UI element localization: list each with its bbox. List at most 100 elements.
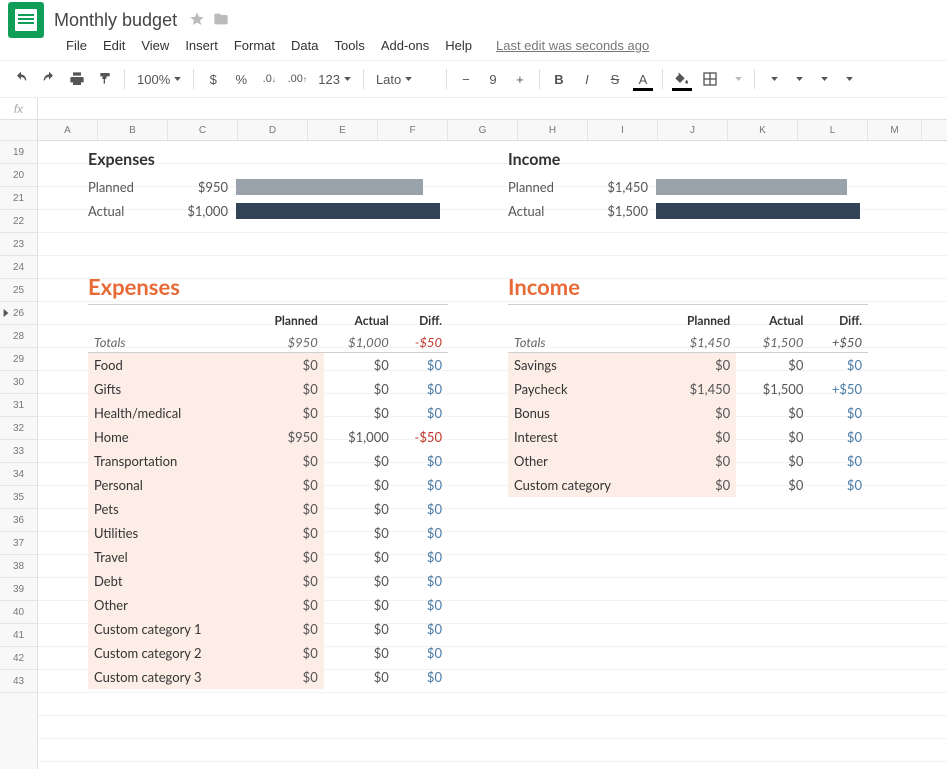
row-header-33[interactable]: 33 xyxy=(0,440,37,463)
col-header-A[interactable]: A xyxy=(38,120,98,140)
text-wrap-button[interactable] xyxy=(811,66,834,92)
table-row[interactable]: Gifts$0$0$0 xyxy=(88,377,448,401)
menu-view[interactable]: View xyxy=(133,34,177,57)
star-icon[interactable] xyxy=(189,11,205,30)
borders-button[interactable] xyxy=(697,66,723,92)
col-header-I[interactable]: I xyxy=(588,120,658,140)
table-row[interactable]: Food$0$0$0 xyxy=(88,353,448,378)
fill-color-button[interactable] xyxy=(669,66,695,92)
row-header-34[interactable]: 34 xyxy=(0,463,37,486)
row-header-26[interactable]: 26 xyxy=(0,302,37,325)
italic-button[interactable]: I xyxy=(574,66,600,92)
text-rotate-button[interactable] xyxy=(836,66,859,92)
col-header-L[interactable]: L xyxy=(798,120,868,140)
row-header-29[interactable]: 29 xyxy=(0,348,37,371)
table-row[interactable]: Bonus$0$0$0 xyxy=(508,401,868,425)
bold-button[interactable]: B xyxy=(546,66,572,92)
folder-icon[interactable] xyxy=(213,11,229,30)
col-header-E[interactable]: E xyxy=(308,120,378,140)
table-row[interactable]: Personal$0$0$0 xyxy=(88,473,448,497)
table-row[interactable]: Transportation$0$0$0 xyxy=(88,449,448,473)
decrease-decimal-button[interactable]: .0↓ xyxy=(256,66,282,92)
font-size-decrease-button[interactable]: − xyxy=(453,66,479,92)
table-row[interactable]: Paycheck$1,450$1,500+$50 xyxy=(508,377,868,401)
row-header-23[interactable]: 23 xyxy=(0,233,37,256)
table-row[interactable]: Pets$0$0$0 xyxy=(88,497,448,521)
row-header-19[interactable]: 19 xyxy=(0,141,37,164)
v-align-button[interactable] xyxy=(786,66,809,92)
row-header-28[interactable]: 28 xyxy=(0,325,37,348)
strike-button[interactable]: S xyxy=(602,66,628,92)
income-table[interactable]: PlannedActualDiff.Totals$1,450$1,500+$50… xyxy=(508,309,868,497)
table-row[interactable]: Other$0$0$0 xyxy=(508,449,868,473)
table-row[interactable]: Custom category 1$0$0$0 xyxy=(88,617,448,641)
table-row[interactable]: Travel$0$0$0 xyxy=(88,545,448,569)
sheets-app-icon[interactable] xyxy=(8,2,44,38)
table-row[interactable]: Custom category$0$0$0 xyxy=(508,473,868,497)
select-all-cell[interactable] xyxy=(0,120,37,141)
zoom-select[interactable]: 100% xyxy=(131,66,187,92)
col-header-J[interactable]: J xyxy=(658,120,728,140)
table-row[interactable]: Interest$0$0$0 xyxy=(508,425,868,449)
table-row[interactable]: Debt$0$0$0 xyxy=(88,569,448,593)
table-row[interactable]: Home$950$1,000-$50 xyxy=(88,425,448,449)
number-format-select[interactable]: 123 xyxy=(312,66,357,92)
row-header-22[interactable]: 22 xyxy=(0,210,37,233)
menu-help[interactable]: Help xyxy=(437,34,480,57)
percent-button[interactable]: % xyxy=(228,66,254,92)
last-edit-link[interactable]: Last edit was seconds ago xyxy=(496,38,649,53)
col-header-H[interactable]: H xyxy=(518,120,588,140)
group-toggle-icon[interactable] xyxy=(2,309,10,317)
table-row[interactable]: Health/medical$0$0$0 xyxy=(88,401,448,425)
table-row[interactable]: Custom category 3$0$0$0 xyxy=(88,665,448,689)
font-select[interactable]: Lato xyxy=(370,66,440,92)
row-header-40[interactable]: 40 xyxy=(0,601,37,624)
col-header-K[interactable]: K xyxy=(728,120,798,140)
col-header-D[interactable]: D xyxy=(238,120,308,140)
row-header-39[interactable]: 39 xyxy=(0,578,37,601)
doc-title[interactable]: Monthly budget xyxy=(54,10,177,31)
row-header-38[interactable]: 38 xyxy=(0,555,37,578)
row-header-37[interactable]: 37 xyxy=(0,532,37,555)
menu-add-ons[interactable]: Add-ons xyxy=(373,34,437,57)
row-header-35[interactable]: 35 xyxy=(0,486,37,509)
paint-format-button[interactable] xyxy=(92,66,118,92)
row-header-31[interactable]: 31 xyxy=(0,394,37,417)
col-header-B[interactable]: B xyxy=(98,120,168,140)
expenses-table[interactable]: PlannedActualDiff.Totals$950$1,000-$50Fo… xyxy=(88,309,448,689)
menu-file[interactable]: File xyxy=(58,34,95,57)
row-header-30[interactable]: 30 xyxy=(0,371,37,394)
redo-button[interactable] xyxy=(36,66,62,92)
col-header-C[interactable]: C xyxy=(168,120,238,140)
menu-format[interactable]: Format xyxy=(226,34,283,57)
col-header-G[interactable]: G xyxy=(448,120,518,140)
table-row[interactable]: Savings$0$0$0 xyxy=(508,353,868,378)
merge-cells-button[interactable] xyxy=(725,66,748,92)
currency-button[interactable]: $ xyxy=(200,66,226,92)
menu-insert[interactable]: Insert xyxy=(177,34,226,57)
col-header-M[interactable]: M xyxy=(868,120,922,140)
increase-decimal-button[interactable]: .00↑ xyxy=(284,66,310,92)
undo-button[interactable] xyxy=(8,66,34,92)
row-header-43[interactable]: 43 xyxy=(0,670,37,693)
row-header-36[interactable]: 36 xyxy=(0,509,37,532)
print-button[interactable] xyxy=(64,66,90,92)
font-size-value[interactable]: 9 xyxy=(481,72,505,87)
row-header-42[interactable]: 42 xyxy=(0,647,37,670)
font-size-increase-button[interactable]: + xyxy=(507,66,533,92)
col-header-F[interactable]: F xyxy=(378,120,448,140)
table-row[interactable]: Other$0$0$0 xyxy=(88,593,448,617)
menu-data[interactable]: Data xyxy=(283,34,326,57)
row-header-20[interactable]: 20 xyxy=(0,164,37,187)
menu-tools[interactable]: Tools xyxy=(326,34,372,57)
h-align-button[interactable] xyxy=(761,66,784,92)
row-header-41[interactable]: 41 xyxy=(0,624,37,647)
row-header-32[interactable]: 32 xyxy=(0,417,37,440)
table-row[interactable]: Custom category 2$0$0$0 xyxy=(88,641,448,665)
table-row[interactable]: Utilities$0$0$0 xyxy=(88,521,448,545)
text-color-button[interactable]: A xyxy=(630,66,656,92)
row-header-24[interactable]: 24 xyxy=(0,256,37,279)
row-header-25[interactable]: 25 xyxy=(0,279,37,302)
formula-input[interactable] xyxy=(38,98,947,119)
row-header-21[interactable]: 21 xyxy=(0,187,37,210)
